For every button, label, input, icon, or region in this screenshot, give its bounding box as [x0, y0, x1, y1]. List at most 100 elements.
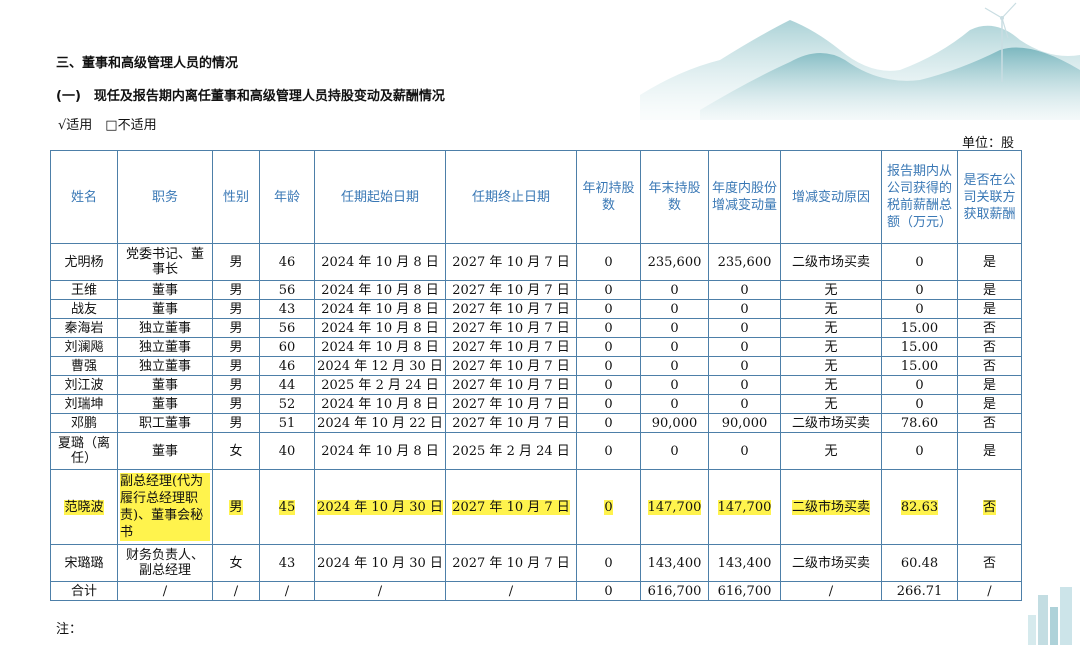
cell-position: 董事	[117, 375, 213, 395]
cell-name: 范晓波	[50, 469, 118, 545]
cell-age: 40	[259, 432, 315, 470]
cell-end-shares: 0	[640, 394, 709, 414]
cell-gender: 女	[212, 432, 260, 470]
cell-end-date: /	[445, 581, 577, 601]
cell-begin-shares: 0	[576, 394, 641, 414]
cell-related-party-pay: 否	[957, 413, 1022, 433]
cell-pretax-pay: 0	[881, 280, 958, 300]
cell-pretax-pay: 0	[881, 299, 958, 319]
cell-start-date: 2024 年 10 月 22 日	[314, 413, 446, 433]
cell-change-reason: 无	[780, 394, 882, 414]
section-heading: 三、董事和高级管理人员的情况	[56, 56, 239, 71]
header-gender: 性别	[212, 150, 260, 244]
cell-begin-shares: 0	[576, 299, 641, 319]
cell-age: 46	[259, 356, 315, 376]
cell-end-date: 2027 年 10 月 7 日	[445, 413, 577, 433]
cell-pretax-pay: 0	[881, 394, 958, 414]
cell-change-reason: 无	[780, 318, 882, 338]
cell-change-reason: /	[780, 581, 882, 601]
cell-end-shares: 0	[640, 299, 709, 319]
header-begin-shares: 年初持股数	[576, 150, 641, 244]
cell-age: 60	[259, 337, 315, 357]
cell-position: 财务负责人、副总经理	[117, 544, 213, 582]
cell-age: 43	[259, 544, 315, 582]
cell-related-party-pay: 是	[957, 432, 1022, 470]
cell-start-date: 2024 年 10 月 30 日	[314, 544, 446, 582]
cell-end-shares: 147,700	[640, 469, 709, 545]
cell-position: /	[117, 581, 213, 601]
highlighted-text: 范晓波	[64, 499, 104, 515]
cell-end-date: 2027 年 10 月 7 日	[445, 299, 577, 319]
cell-change-reason: 无	[780, 375, 882, 395]
cell-name: 刘澜飚	[50, 337, 118, 357]
cell-gender: /	[212, 581, 260, 601]
cell-gender: 男	[212, 394, 260, 414]
cell-position: 董事	[117, 394, 213, 414]
cell-end-shares: 0	[640, 318, 709, 338]
cell-name: 尤明杨	[50, 243, 118, 281]
cell-pretax-pay: 78.60	[881, 413, 958, 433]
cell-position: 董事	[117, 280, 213, 300]
header-pretax-pay: 报告期内从公司获得的税前薪酬总额（万元）	[881, 150, 958, 244]
highlighted-text: 男	[229, 499, 243, 515]
cell-begin-shares: 0	[576, 318, 641, 338]
footnote-label: 注：	[56, 622, 83, 637]
cell-begin-shares: 0	[576, 413, 641, 433]
cell-begin-shares: 0	[576, 243, 641, 281]
cell-pretax-pay: 15.00	[881, 337, 958, 357]
header-age: 年龄	[259, 150, 315, 244]
cell-start-date: 2024 年 10 月 8 日	[314, 337, 446, 357]
highlighted-text: 0	[604, 499, 613, 515]
table-row: 战友 董事 男 43 2024 年 10 月 8 日 2027 年 10 月 7…	[50, 299, 1022, 319]
cell-age: 56	[259, 280, 315, 300]
cell-start-date: 2024 年 10 月 8 日	[314, 299, 446, 319]
cell-end-date: 2027 年 10 月 7 日	[445, 544, 577, 582]
cell-end-shares: 235,600	[640, 243, 709, 281]
cell-share-change: 147,700	[708, 469, 781, 545]
cell-end-shares: 0	[640, 356, 709, 376]
table-row: 刘瑞坤 董事 男 52 2024 年 10 月 8 日 2027 年 10 月 …	[50, 394, 1022, 414]
highlighted-text: 147,700	[647, 499, 702, 515]
table-row: 夏璐（离任） 董事 女 40 2024 年 10 月 8 日 2025 年 2 …	[50, 432, 1022, 470]
table-row: 曹强 独立董事 男 46 2024 年 12 月 30 日 2027 年 10 …	[50, 356, 1022, 376]
unit-label: 单位：股	[961, 136, 1014, 151]
cell-start-date: 2024 年 10 月 8 日	[314, 280, 446, 300]
cell-age: 56	[259, 318, 315, 338]
header-change-reason: 增减变动原因	[780, 150, 882, 244]
cell-position: 独立董事	[117, 356, 213, 376]
cell-pretax-pay: 0	[881, 432, 958, 470]
cell-begin-shares: 0	[576, 337, 641, 357]
cell-end-date: 2027 年 10 月 7 日	[445, 394, 577, 414]
cell-share-change: 0	[708, 432, 781, 470]
city-skyline-decoration	[1028, 587, 1072, 645]
table-row: 邓鹏 职工董事 男 51 2024 年 10 月 22 日 2027 年 10 …	[50, 413, 1022, 433]
cell-end-date: 2027 年 10 月 7 日	[445, 375, 577, 395]
cell-start-date: 2024 年 10 月 8 日	[314, 318, 446, 338]
cell-end-shares: 0	[640, 375, 709, 395]
cell-change-reason: 二级市场买卖	[780, 469, 882, 545]
cell-gender: 男	[212, 337, 260, 357]
table-row: 刘澜飚 独立董事 男 60 2024 年 10 月 8 日 2027 年 10 …	[50, 337, 1022, 357]
table-row: 宋璐璐 财务负责人、副总经理 女 43 2024 年 10 月 30 日 202…	[50, 544, 1022, 582]
cell-change-reason: 无	[780, 432, 882, 470]
cell-age: 51	[259, 413, 315, 433]
cell-share-change: 0	[708, 280, 781, 300]
cell-begin-shares: 0	[576, 356, 641, 376]
highlighted-text: 副总经理(代为履行总经理职责)、董事会秘书	[120, 473, 210, 541]
table-row-highlighted: 范晓波 副总经理(代为履行总经理职责)、董事会秘书 男 45 2024 年 10…	[50, 469, 1022, 545]
cell-age: 44	[259, 375, 315, 395]
cell-position: 独立董事	[117, 318, 213, 338]
cell-begin-shares: 0	[576, 432, 641, 470]
table-row: 刘江波 董事 男 44 2025 年 2 月 24 日 2027 年 10 月 …	[50, 375, 1022, 395]
cell-share-change: 90,000	[708, 413, 781, 433]
cell-related-party-pay: 否	[957, 544, 1022, 582]
cell-name: 邓鹏	[50, 413, 118, 433]
cell-start-date: 2024 年 10 月 30 日	[314, 469, 446, 545]
cell-name: 秦海岩	[50, 318, 118, 338]
cell-start-date: 2024 年 10 月 8 日	[314, 243, 446, 281]
cell-start-date: /	[314, 581, 446, 601]
table-row: 尤明杨 党委书记、董事长 男 46 2024 年 10 月 8 日 2027 年…	[50, 243, 1022, 281]
cell-name: 刘江波	[50, 375, 118, 395]
cell-age: 43	[259, 299, 315, 319]
cell-end-shares: 0	[640, 280, 709, 300]
